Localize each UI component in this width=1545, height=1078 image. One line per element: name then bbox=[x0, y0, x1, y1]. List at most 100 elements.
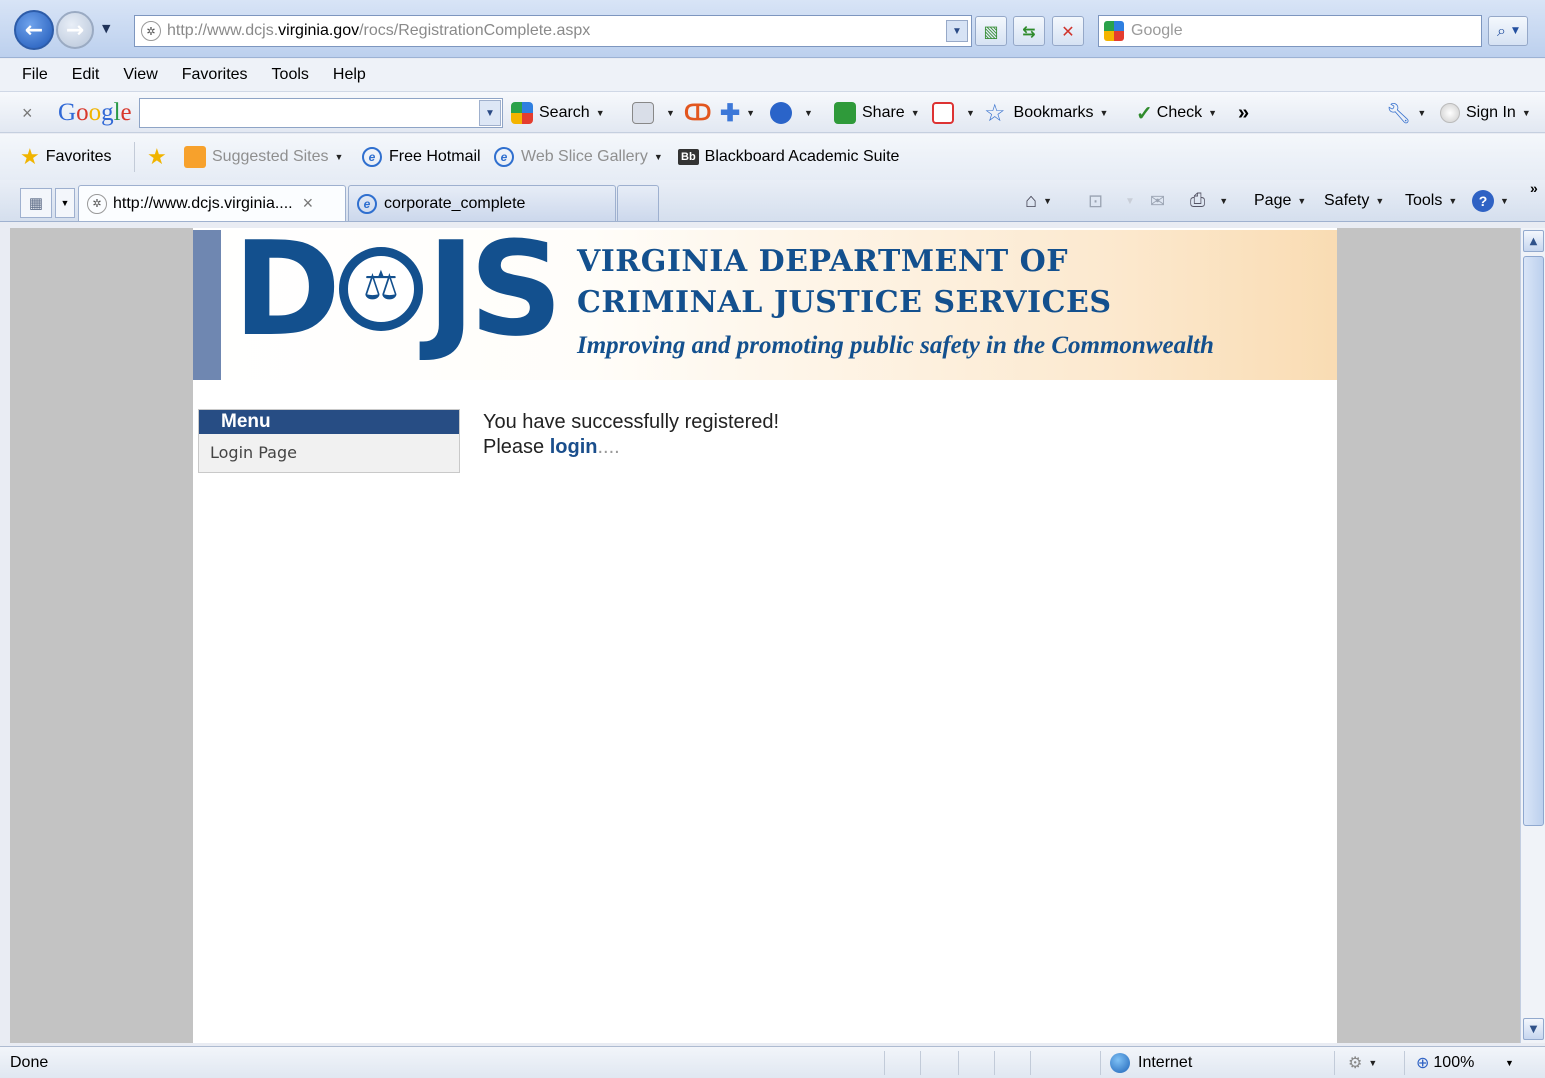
dell-button[interactable]: ▼ bbox=[770, 92, 813, 134]
search-options-dropdown-icon: ▼ bbox=[1512, 26, 1519, 36]
back-button[interactable]: ← bbox=[14, 10, 54, 50]
status-divider bbox=[1030, 1051, 1031, 1075]
menu-edit[interactable]: Edit bbox=[72, 66, 100, 84]
suggested-sites-link[interactable]: Suggested Sites ▼ bbox=[184, 134, 343, 180]
blackboard-link[interactable]: Bb Blackboard Academic Suite bbox=[678, 134, 899, 180]
popup-blocker-button[interactable]: ▼ bbox=[932, 92, 975, 134]
more-tools-chevron[interactable]: » bbox=[1238, 92, 1249, 134]
share-button[interactable]: Share ▼ bbox=[834, 92, 920, 134]
chevron-down-icon: ▼ bbox=[1417, 108, 1427, 118]
close-tab-icon[interactable]: × bbox=[303, 193, 314, 214]
chevron-down-icon: ▼ bbox=[1521, 108, 1531, 118]
free-hotmail-link[interactable]: e Free Hotmail bbox=[362, 134, 481, 180]
google-search-button[interactable]: Search ▼ bbox=[511, 92, 605, 134]
status-divider bbox=[958, 1051, 959, 1075]
compatibility-view-button[interactable]: ▧ bbox=[975, 16, 1007, 46]
settings-wrench-button[interactable]: 🔧︎ ▼ bbox=[1386, 92, 1426, 134]
tab-dcjs[interactable]: ✲ http://www.dcjs.virginia.... × bbox=[78, 185, 346, 221]
quick-tabs-button[interactable]: ▦ bbox=[20, 188, 52, 218]
page-icon bbox=[632, 102, 654, 124]
forward-button[interactable]: → bbox=[56, 11, 94, 49]
close-toolbar-icon[interactable]: × bbox=[22, 92, 33, 134]
tab-bar: ▦ ▼ ✲ http://www.dcjs.virginia.... × e c… bbox=[0, 180, 1545, 222]
blackboard-icon: Bb bbox=[678, 149, 699, 165]
search-placeholder: Google bbox=[1131, 22, 1183, 39]
google-toolbar: × Google ▼ Search ▼ ▼ ↀ ✚ ▼ ▼ Share ▼ ▼ ☆ B… bbox=[0, 91, 1545, 133]
sign-in-button[interactable]: Sign In ▼ bbox=[1440, 92, 1531, 134]
chevron-down-icon: ▼ bbox=[1448, 196, 1458, 206]
scroll-down-arrow-icon[interactable]: ▼ bbox=[1523, 1018, 1544, 1040]
page-globe-icon: ✲ bbox=[141, 21, 161, 41]
menu-help[interactable]: Help bbox=[333, 66, 366, 84]
google-toolbar-search-input[interactable] bbox=[139, 98, 503, 128]
recent-pages-dropdown[interactable]: ▼ bbox=[102, 22, 110, 35]
menu-favorites[interactable]: Favorites bbox=[182, 66, 248, 84]
refresh-button[interactable]: ⇆ bbox=[1013, 16, 1045, 46]
scroll-up-arrow-icon[interactable]: ▲ bbox=[1523, 230, 1544, 252]
help-button[interactable]: ? ▼ bbox=[1472, 180, 1509, 222]
chevron-down-icon: ▼ bbox=[1500, 196, 1509, 206]
menu-item-login-page[interactable]: Login Page bbox=[199, 434, 459, 462]
chevron-down-icon: ▼ bbox=[804, 108, 813, 118]
menu-tools[interactable]: Tools bbox=[272, 66, 309, 84]
command-more-chevron[interactable]: » bbox=[1530, 180, 1538, 222]
url-domain: virginia.gov bbox=[278, 22, 360, 39]
tools-menu[interactable]: Tools ▼ bbox=[1405, 180, 1457, 222]
add-button[interactable]: ✚ ▼ bbox=[720, 92, 755, 134]
tab-corporate-complete[interactable]: e corporate_complete bbox=[348, 185, 616, 221]
chevron-down-icon: ▼ bbox=[1297, 196, 1307, 206]
web-slice-gallery-link[interactable]: e Web Slice Gallery ▼ bbox=[494, 134, 663, 180]
user-icon bbox=[1440, 103, 1460, 123]
protected-mode-button[interactable]: ⚙ ▼ bbox=[1348, 1047, 1377, 1078]
url-prefix: http://www.dcjs. bbox=[167, 22, 279, 39]
login-prompt: Please login.... bbox=[483, 435, 779, 460]
chevron-down-icon: ▼ bbox=[595, 108, 605, 118]
ie-icon: e bbox=[357, 193, 377, 214]
scrollbar-thumb[interactable] bbox=[1523, 256, 1544, 826]
add-to-favorites-icon[interactable]: ★ bbox=[147, 134, 167, 180]
safety-menu[interactable]: Safety ▼ bbox=[1324, 180, 1384, 222]
google-toolbar-dropdown[interactable]: ▼ bbox=[479, 100, 501, 126]
search-button[interactable]: ⌕ ▼ bbox=[1488, 16, 1528, 46]
favorites-bar: ★ Favorites ★ Suggested Sites ▼ e Free Ho… bbox=[0, 134, 1545, 180]
chevron-down-icon: ▼ bbox=[334, 152, 344, 162]
menu-file[interactable]: File bbox=[22, 66, 48, 84]
share-icon bbox=[834, 102, 856, 124]
menu-view[interactable]: View bbox=[123, 66, 157, 84]
favorites-button[interactable]: ★ Favorites bbox=[20, 134, 112, 180]
login-link[interactable]: login bbox=[550, 436, 598, 458]
sign-in-label: Sign In bbox=[1466, 104, 1516, 121]
feeds-icon[interactable]: ⊡ bbox=[1088, 180, 1103, 222]
suggested-sites-label: Suggested Sites bbox=[212, 148, 329, 165]
zoom-dropdown-icon[interactable]: ▼ bbox=[1505, 1047, 1514, 1078]
pagerank-button[interactable]: ▼ bbox=[632, 92, 675, 134]
chevron-down-icon: ▼ bbox=[1368, 1058, 1378, 1068]
check-label: Check bbox=[1156, 104, 1203, 121]
new-tab-button[interactable] bbox=[617, 185, 659, 221]
tools-menu-label: Tools bbox=[1405, 192, 1443, 209]
security-zone[interactable]: Internet bbox=[1110, 1047, 1192, 1078]
print-button[interactable]: ⎙ ▼ bbox=[1190, 180, 1228, 222]
address-dropdown-button[interactable]: ▼ bbox=[946, 20, 968, 42]
stop-button[interactable]: ✕ bbox=[1052, 16, 1084, 46]
success-text: You have successfully registered! bbox=[483, 411, 780, 433]
spell-check-button[interactable]: ✓ Check ▼ bbox=[1136, 92, 1217, 134]
chevron-down-icon: ▼ bbox=[666, 108, 675, 118]
safety-menu-label: Safety bbox=[1324, 192, 1370, 209]
address-bar[interactable]: ✲ http://www.dcjs. virginia.gov/rocs/Regi… bbox=[134, 15, 972, 47]
tab-list-dropdown[interactable]: ▼ bbox=[55, 188, 75, 218]
spiral-icon[interactable]: ↀ bbox=[684, 92, 711, 134]
status-bar: Done Internet ⚙ ▼ ⊕ 100% ▼ bbox=[0, 1046, 1545, 1078]
banner-stripe bbox=[193, 230, 221, 380]
vertical-scrollbar[interactable]: ▲ ▼ bbox=[1520, 228, 1545, 1043]
home-button[interactable]: ⌂ ▼ bbox=[1025, 180, 1052, 222]
page-menu[interactable]: Page ▼ bbox=[1254, 180, 1306, 222]
read-mail-icon[interactable]: ✉ bbox=[1150, 180, 1165, 222]
bookmarks-button[interactable]: ☆ Bookmarks ▼ bbox=[984, 92, 1108, 134]
favorites-divider bbox=[134, 142, 135, 172]
status-text: Done bbox=[10, 1054, 49, 1071]
page-menu-label: Page bbox=[1254, 192, 1292, 209]
search-input[interactable]: Google bbox=[1098, 15, 1482, 47]
page-globe-icon: ✲ bbox=[87, 193, 107, 214]
zoom-level-button[interactable]: ⊕ 100% bbox=[1416, 1047, 1474, 1078]
